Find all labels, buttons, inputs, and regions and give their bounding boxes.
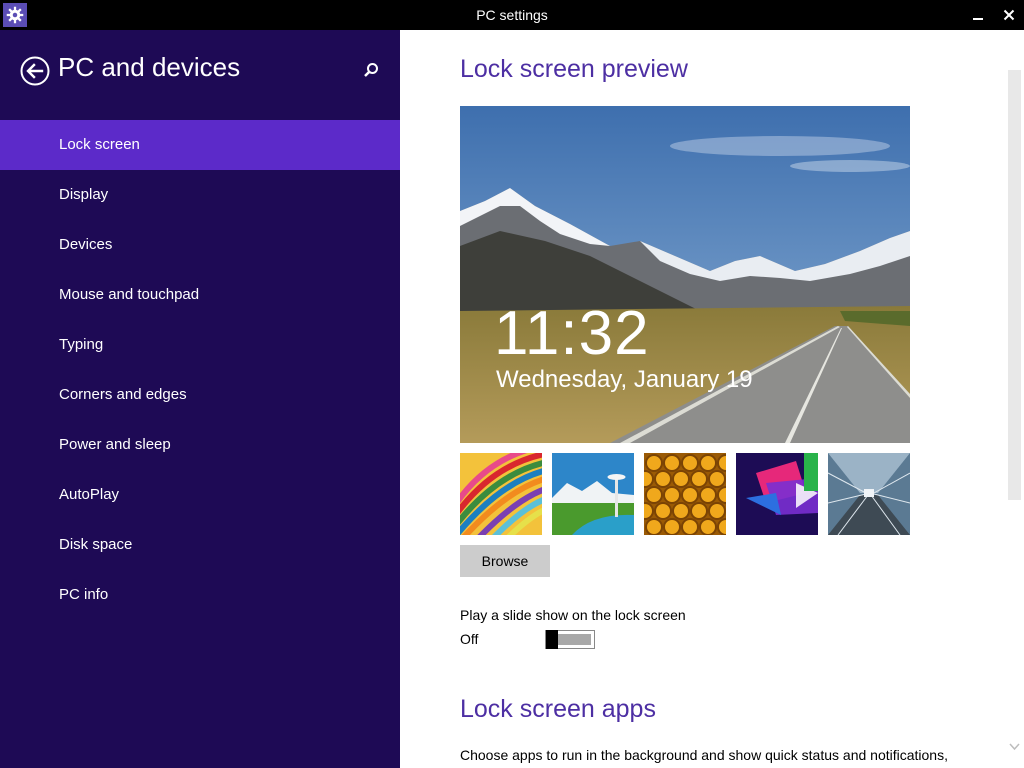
vertical-scrollbar[interactable]	[1005, 30, 1024, 768]
lock-screen-time: 11:32	[494, 299, 650, 368]
slideshow-label: Play a slide show on the lock screen	[460, 607, 686, 623]
lock-screen-preview: 11:32 Wednesday, January 19	[460, 106, 910, 443]
apps-description: Choose apps to run in the background and…	[460, 747, 948, 763]
lock-screen-thumbnails	[460, 453, 910, 535]
sidebar-item-lock-screen[interactable]: Lock screen	[0, 120, 400, 170]
slideshow-state-label: Off	[460, 631, 479, 647]
thumbnail-space-needle[interactable]	[552, 453, 634, 535]
sidebar-title: PC and devices	[58, 52, 241, 82]
scrollbar-thumb[interactable]	[1008, 70, 1021, 500]
slideshow-toggle[interactable]	[545, 630, 595, 649]
window-title: PC settings	[476, 7, 548, 23]
lock-screen-date: Wednesday, January 19	[496, 366, 753, 393]
close-icon[interactable]	[994, 0, 1024, 30]
sidebar-item-disk-space[interactable]: Disk space	[0, 520, 400, 570]
sidebar-item-power-and-sleep[interactable]: Power and sleep	[0, 420, 400, 470]
sidebar-item-mouse-and-touchpad[interactable]: Mouse and touchpad	[0, 270, 400, 320]
thumbnail-geometric[interactable]	[736, 453, 818, 535]
toggle-knob	[546, 630, 558, 649]
back-arrow-icon[interactable]	[20, 56, 50, 86]
search-icon[interactable]	[361, 60, 381, 80]
thumbnail-color-stripes[interactable]	[460, 453, 542, 535]
sidebar-item-autoplay[interactable]: AutoPlay	[0, 470, 400, 520]
main-content: Lock screen preview 11:32 Wednesday, Jan…	[400, 30, 1005, 768]
sidebar-item-pc-info[interactable]: PC info	[0, 570, 400, 620]
thumbnail-honeycomb[interactable]	[644, 453, 726, 535]
sidebar-item-display[interactable]: Display	[0, 170, 400, 220]
sidebar-item-devices[interactable]: Devices	[0, 220, 400, 270]
sidebar-nav: Lock screen Display Devices Mouse and to…	[0, 120, 400, 620]
apps-heading: Lock screen apps	[460, 695, 656, 723]
minimize-icon[interactable]	[963, 0, 993, 30]
title-bar: PC settings	[0, 0, 1024, 30]
browse-button[interactable]: Browse	[460, 545, 550, 577]
sidebar: PC and devices Lock screen Display Devic…	[0, 30, 400, 768]
thumbnail-tunnel[interactable]	[828, 453, 910, 535]
scroll-down-icon[interactable]	[1008, 740, 1021, 753]
preview-heading: Lock screen preview	[460, 55, 688, 83]
sidebar-item-typing[interactable]: Typing	[0, 320, 400, 370]
sidebar-item-corners-and-edges[interactable]: Corners and edges	[0, 370, 400, 420]
